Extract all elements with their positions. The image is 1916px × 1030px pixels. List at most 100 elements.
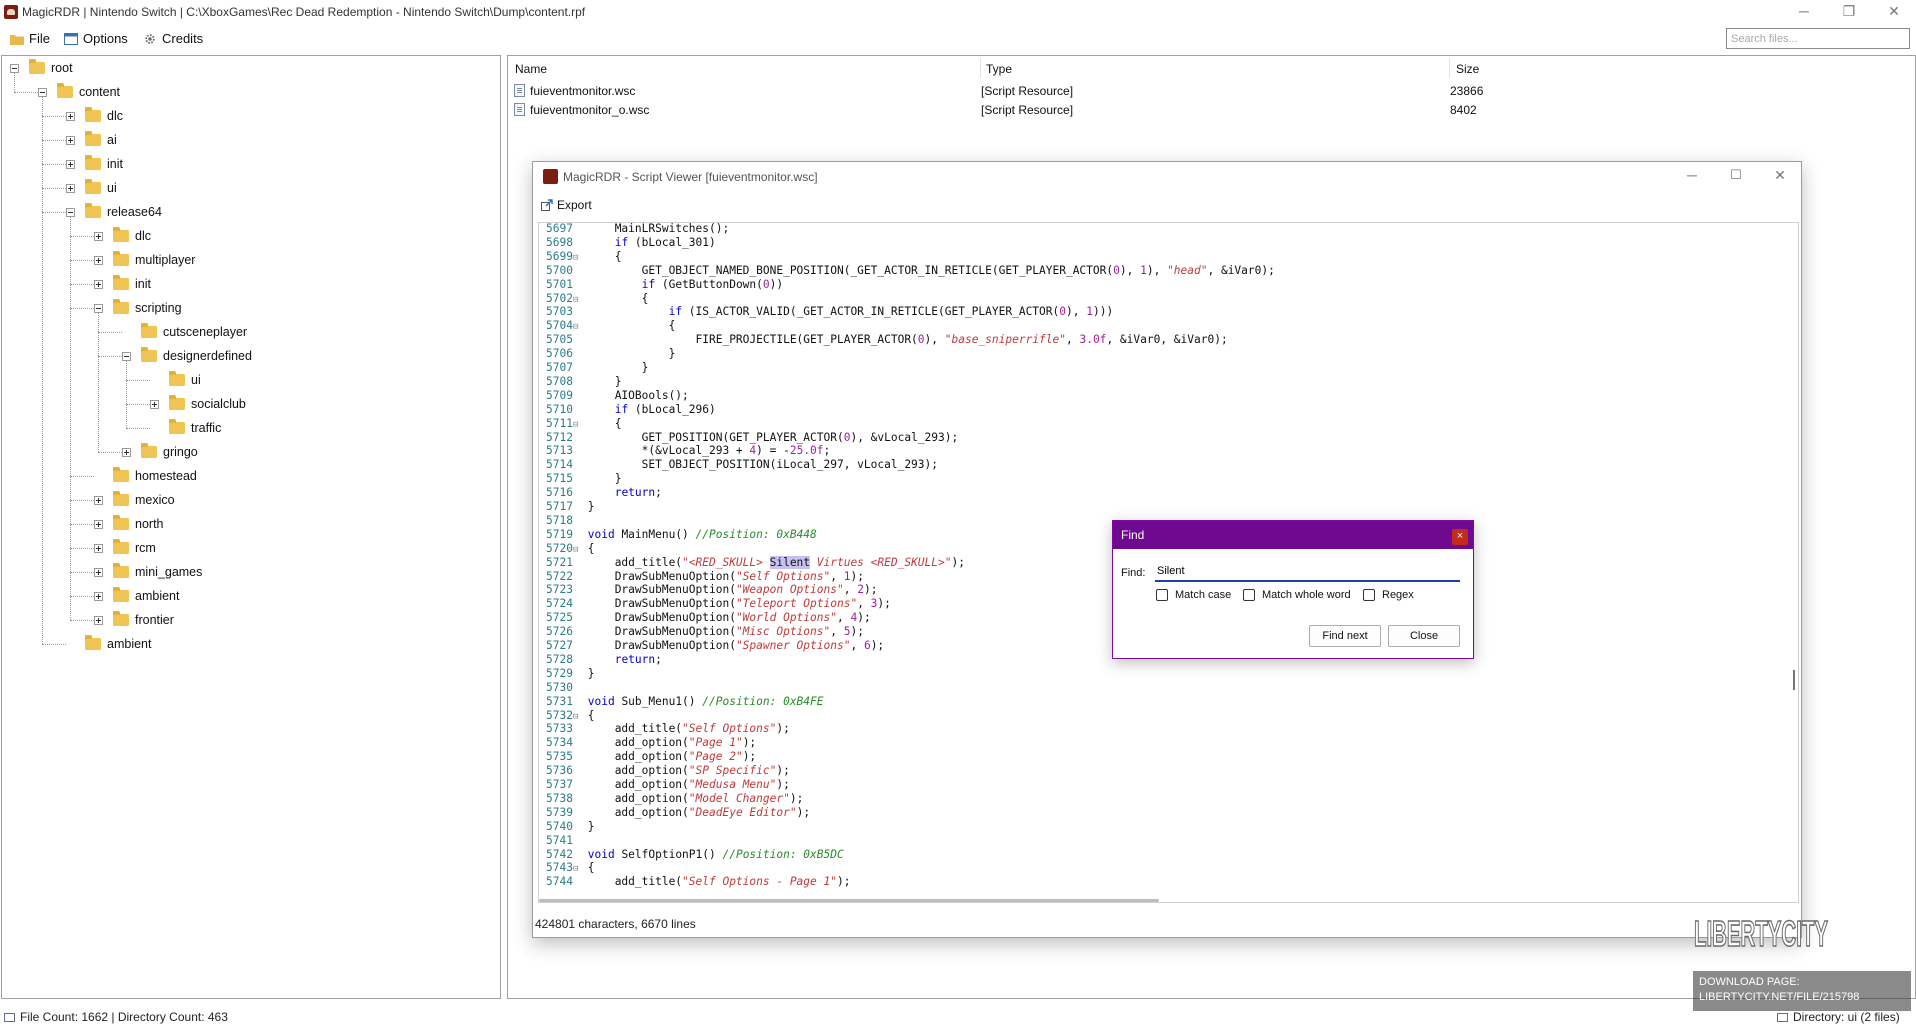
tree-node[interactable]: dlc	[94, 226, 151, 246]
find-title-bar[interactable]: Find ×	[1113, 521, 1473, 549]
fold-icon[interactable]: ⊟	[573, 418, 581, 432]
viewer-minimize-button[interactable]: ─	[1670, 162, 1714, 190]
expand-icon[interactable]	[94, 255, 103, 265]
minimize-button[interactable]: ─	[1781, 0, 1827, 24]
expand-icon[interactable]	[66, 159, 75, 169]
tree-connector	[70, 596, 94, 597]
tree-node[interactable]: designerdefined	[122, 346, 252, 366]
code-token: ),	[1066, 305, 1087, 319]
tree-connector	[42, 116, 66, 117]
menu-credits[interactable]: Credits	[143, 30, 203, 48]
viewer-maximize-button[interactable]: ☐	[1714, 162, 1758, 190]
expand-icon[interactable]	[66, 135, 75, 145]
fold-icon[interactable]: ⊟	[573, 543, 581, 557]
tree-node[interactable]: cutsceneplayer	[122, 322, 247, 342]
collapse-icon[interactable]	[122, 351, 131, 361]
tree-node[interactable]: frontier	[94, 610, 174, 630]
export-button[interactable]: Export	[541, 198, 592, 212]
menu-options[interactable]: Options	[64, 30, 128, 48]
find-close-icon[interactable]: ×	[1452, 529, 1468, 545]
expand-icon[interactable]	[94, 519, 103, 529]
regex-checkbox[interactable]: Regex	[1363, 589, 1414, 601]
expand-icon[interactable]	[150, 399, 159, 409]
code-token: 0	[762, 277, 770, 291]
column-separator[interactable]	[1449, 58, 1450, 78]
close-button[interactable]: ✕	[1871, 0, 1916, 24]
tree-node[interactable]: socialclub	[150, 394, 246, 414]
column-header-name[interactable]: Name	[515, 62, 547, 76]
search-input[interactable]	[1726, 28, 1910, 49]
tree-connector	[126, 428, 150, 429]
viewer-close-button[interactable]: ✕	[1758, 162, 1802, 190]
collapse-icon[interactable]	[94, 303, 103, 313]
code-line: 5721 add_title("<RED_SKULL> Silent Virtu…	[539, 555, 965, 570]
fold-icon[interactable]: ⊟	[573, 293, 581, 307]
expand-icon[interactable]	[66, 183, 75, 193]
tree-node[interactable]: gringo	[122, 442, 198, 462]
expand-icon[interactable]	[94, 495, 103, 505]
tree-node[interactable]: ui	[66, 178, 117, 198]
code-line: 5732⊟ {	[539, 709, 594, 724]
column-header-size[interactable]: Size	[1456, 62, 1479, 76]
expand-icon[interactable]	[94, 543, 103, 553]
collapse-icon[interactable]	[38, 87, 47, 97]
tree-connector	[98, 332, 122, 333]
tree-node[interactable]: rcm	[94, 538, 156, 558]
tree-node[interactable]: north	[94, 514, 164, 534]
match-whole-word-checkbox[interactable]: Match whole word	[1243, 589, 1351, 601]
code-token: 2	[857, 583, 864, 597]
fold-icon[interactable]: ⊟	[573, 862, 581, 876]
tree-node-label: traffic	[191, 421, 222, 435]
viewer-title-bar[interactable]: MagicRDR - Script Viewer [fuieventmonito…	[533, 162, 1801, 190]
file-row[interactable]: fuieventmonitor_o.wsc [Script Resource] …	[514, 100, 1904, 119]
tree-node[interactable]: init	[66, 154, 123, 174]
tree-node[interactable]: ui	[150, 370, 201, 390]
code-token: add_option(	[587, 778, 689, 791]
line-number: 5710	[546, 402, 573, 416]
find-next-button[interactable]: Find next	[1309, 625, 1381, 647]
tree-node[interactable]: release64	[66, 202, 162, 222]
tree-node[interactable]: mini_games	[94, 562, 202, 582]
file-row[interactable]: fuieventmonitor.wsc [Script Resource] 23…	[514, 81, 1904, 100]
fold-icon[interactable]: ⊟	[573, 251, 581, 265]
match-case-checkbox[interactable]: Match case	[1156, 589, 1231, 601]
tree-node[interactable]: ai	[66, 130, 117, 150]
menu-file[interactable]: File	[10, 30, 50, 48]
expand-icon[interactable]	[94, 279, 103, 289]
expand-icon[interactable]	[94, 615, 103, 625]
expand-icon[interactable]	[94, 591, 103, 601]
horizontal-scrollbar[interactable]	[539, 899, 1159, 902]
maximize-button[interactable]: ❐	[1826, 0, 1872, 24]
tree-node[interactable]: scripting	[94, 298, 182, 318]
tree-node[interactable]: mexico	[94, 490, 175, 510]
collapse-icon[interactable]	[66, 207, 75, 217]
folder-icon	[113, 467, 129, 482]
tree-connector	[70, 548, 94, 549]
fold-icon[interactable]: ⊟	[573, 710, 581, 724]
vertical-scrollbar[interactable]	[1793, 670, 1795, 690]
code-token: "<RED_SKULL>	[682, 555, 770, 569]
column-header-type[interactable]: Type	[986, 62, 1012, 76]
find-input[interactable]	[1155, 562, 1460, 582]
tree-node[interactable]: traffic	[150, 418, 221, 438]
tree-node[interactable]: dlc	[66, 106, 123, 126]
gear-icon	[145, 34, 155, 44]
expand-icon[interactable]	[66, 111, 75, 121]
expand-icon[interactable]	[122, 447, 131, 457]
tree-node[interactable]: ambient	[66, 634, 151, 654]
column-separator[interactable]	[980, 58, 981, 78]
collapse-icon[interactable]	[10, 63, 19, 73]
tree-node[interactable]: multiplayer	[94, 250, 195, 270]
close-dialog-button[interactable]: Close	[1388, 625, 1460, 647]
tree-connector	[42, 188, 66, 189]
expand-icon[interactable]	[94, 231, 103, 241]
fold-icon[interactable]: ⊟	[573, 320, 581, 334]
tree-node[interactable]: ambient	[94, 586, 179, 606]
line-number: 5723	[546, 583, 573, 597]
tree-node[interactable]: root	[10, 58, 73, 78]
directory-tree[interactable]: root content dlc ai init ui release64 dlc multip…	[1, 55, 501, 999]
expand-icon[interactable]	[94, 567, 103, 577]
tree-node[interactable]: homestead	[94, 466, 197, 486]
tree-node[interactable]: init	[94, 274, 151, 294]
tree-node[interactable]: content	[38, 82, 120, 102]
